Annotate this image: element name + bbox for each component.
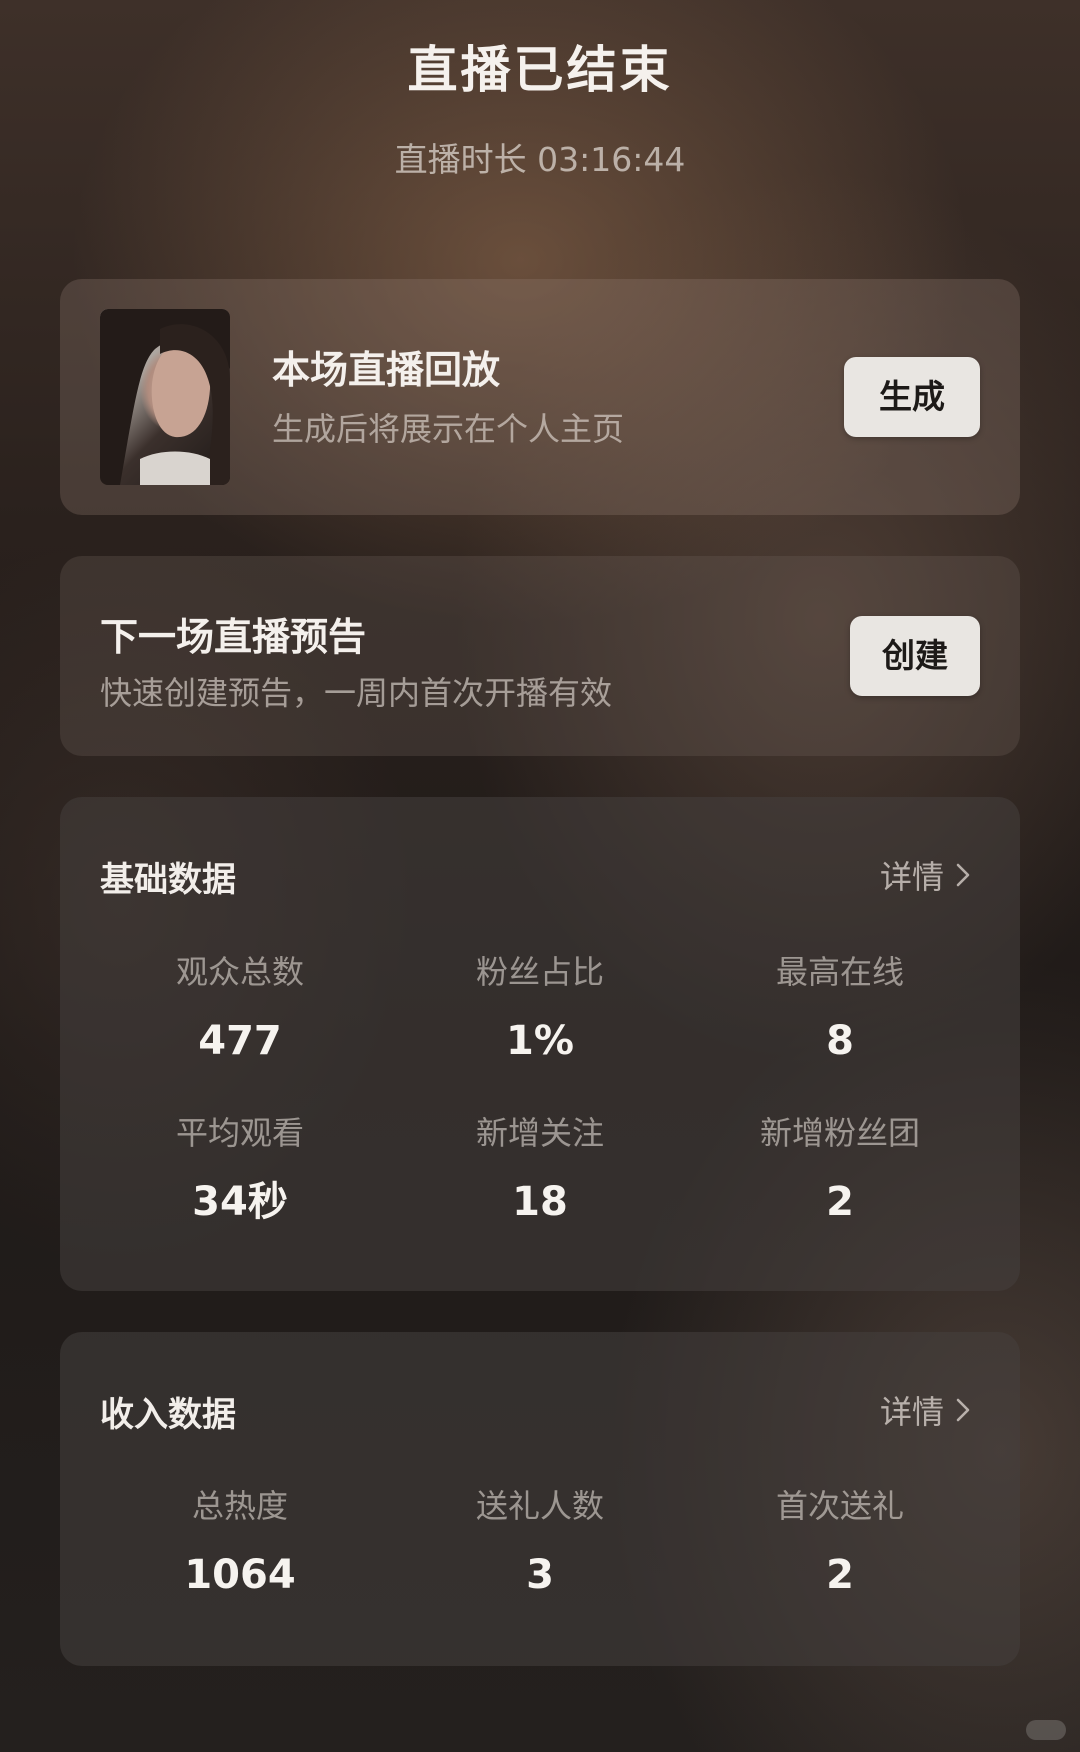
- basic-data-title: 基础数据: [100, 860, 236, 900]
- stat-label: 粉丝占比: [475, 953, 604, 991]
- preview-card: 下一场直播预告 快速创建预告，一周内首次开播有效 创建: [60, 556, 1020, 756]
- preview-subtitle: 快速创建预告，一周内首次开播有效: [100, 674, 613, 712]
- preview-title: 下一场直播预告: [100, 615, 367, 659]
- income-details-label: 详情: [879, 1393, 944, 1431]
- stat-label: 新增粉丝团: [759, 1114, 920, 1152]
- stat-first-gift: 首次送礼 2: [690, 1486, 990, 1597]
- stat-peak-online: 最高在线 8: [690, 952, 990, 1063]
- stat-total-viewers: 观众总数 477: [90, 952, 390, 1063]
- stat-label: 新增关注: [475, 1114, 604, 1152]
- stat-new-follows: 新增关注 18: [390, 1113, 690, 1224]
- replay-title: 本场直播回放: [272, 348, 501, 392]
- stat-value: 2: [826, 1179, 854, 1225]
- create-button[interactable]: 创建: [850, 616, 980, 696]
- watermark-logo: [1026, 1720, 1066, 1740]
- stat-value: 8: [826, 1018, 854, 1064]
- stat-label: 最高在线: [775, 953, 904, 991]
- stat-value: 1%: [506, 1018, 574, 1064]
- generate-button[interactable]: 生成: [844, 357, 980, 437]
- basic-details-label: 详情: [879, 858, 944, 896]
- chevron-right-icon: [956, 1398, 970, 1422]
- income-data-title: 收入数据: [100, 1395, 236, 1435]
- stat-new-fan-club: 新增粉丝团 2: [690, 1113, 990, 1224]
- stat-value: 3: [526, 1552, 554, 1598]
- stat-label: 送礼人数: [475, 1487, 604, 1525]
- live-duration: 直播时长 03:16:44: [394, 140, 686, 179]
- stat-label: 观众总数: [175, 953, 304, 991]
- basic-details-link[interactable]: 详情: [880, 852, 970, 898]
- stat-value: 34秒: [192, 1179, 288, 1225]
- stat-avg-watch: 平均观看 34秒: [90, 1113, 390, 1224]
- stat-label: 总热度: [191, 1487, 288, 1525]
- stat-label: 首次送礼: [775, 1487, 904, 1525]
- stat-fan-ratio: 粉丝占比 1%: [390, 952, 690, 1063]
- income-details-link[interactable]: 详情: [880, 1387, 970, 1433]
- thumbnail-image: [100, 309, 230, 485]
- replay-subtitle: 生成后将展示在个人主页: [272, 410, 625, 448]
- stat-value: 1064: [184, 1552, 296, 1598]
- basic-data-card: 基础数据 详情 观众总数 477 粉丝占比 1% 最高在线 8 平均观看 34秒…: [60, 797, 1020, 1291]
- income-data-card: 收入数据 详情 总热度 1064 送礼人数 3 首次送礼 2: [60, 1332, 1020, 1666]
- stat-value: 18: [512, 1179, 568, 1225]
- replay-thumbnail: [100, 309, 230, 485]
- replay-card: 本场直播回放 生成后将展示在个人主页 生成: [60, 279, 1020, 515]
- stat-total-heat: 总热度 1064: [90, 1486, 390, 1597]
- stat-value: 2: [826, 1552, 854, 1598]
- stat-gift-senders: 送礼人数 3: [390, 1486, 690, 1597]
- chevron-right-icon: [956, 863, 970, 887]
- stat-value: 477: [198, 1018, 282, 1064]
- page-title: 直播已结束: [407, 41, 673, 99]
- stat-label: 平均观看: [175, 1114, 304, 1152]
